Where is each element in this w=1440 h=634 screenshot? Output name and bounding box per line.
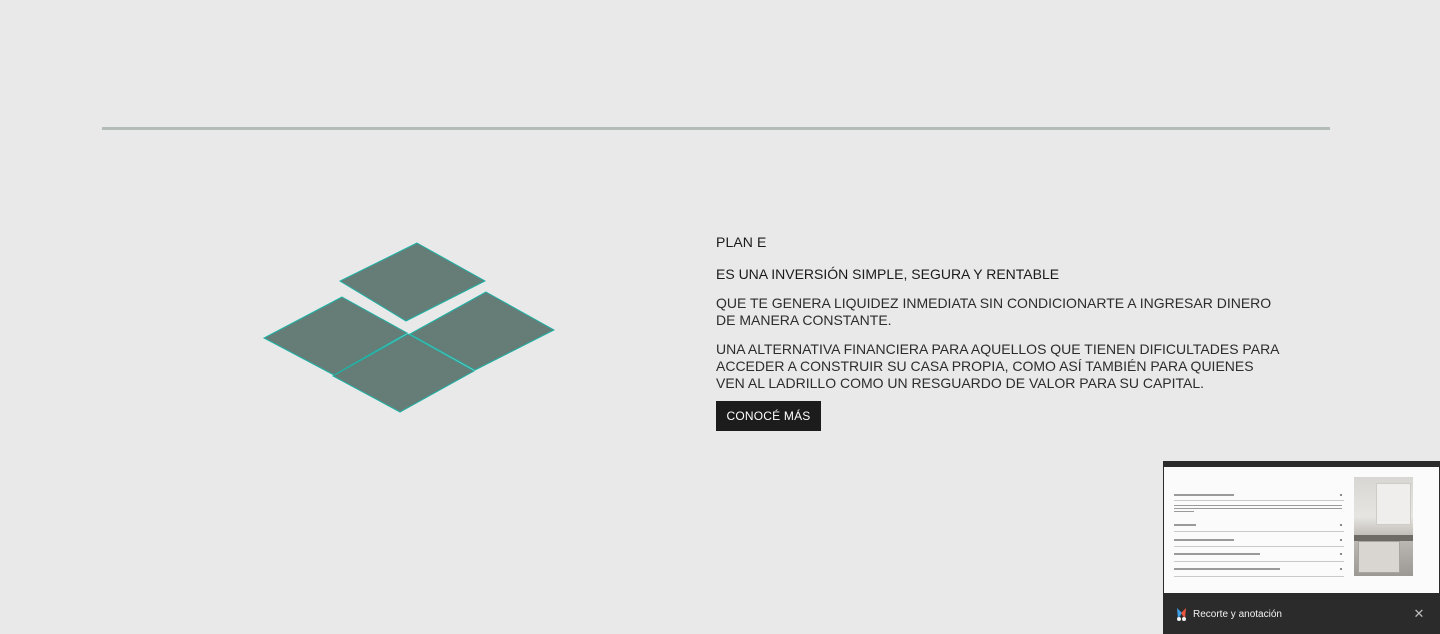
photo-cabinet xyxy=(1376,483,1411,525)
preview-divider xyxy=(1174,531,1344,532)
preview-divider xyxy=(1174,500,1344,501)
preview-chevron xyxy=(1340,524,1342,526)
photo-base-cabinet xyxy=(1358,541,1400,573)
preview-divider xyxy=(1174,576,1344,577)
preview-chevron xyxy=(1340,553,1342,555)
preview-text-line xyxy=(1174,508,1342,509)
page: PLAN E ES UNA INVERSIÓN SIMPLE, SEGURA Y… xyxy=(0,0,1440,634)
snip-preview-thumbnail[interactable] xyxy=(1164,467,1439,593)
preview-text-line xyxy=(1174,568,1280,570)
section-divider xyxy=(102,127,1330,130)
plan-title: PLAN E xyxy=(716,234,767,250)
preview-kitchen-photo xyxy=(1354,477,1413,576)
close-icon[interactable]: ✕ xyxy=(1411,605,1427,623)
preview-divider xyxy=(1174,561,1344,562)
preview-text-line xyxy=(1174,511,1194,512)
plan-paragraph-2: UNA ALTERNATIVA FINANCIERA PARA AQUELLOS… xyxy=(716,341,1279,391)
preview-text-line xyxy=(1174,505,1342,506)
preview-text-line xyxy=(1174,494,1234,496)
preview-text-line xyxy=(1174,539,1234,541)
preview-chevron xyxy=(1340,494,1342,496)
plan-subtitle: ES UNA INVERSIÓN SIMPLE, SEGURA Y RENTAB… xyxy=(716,266,1060,282)
snip-app-label: Recorte y anotación xyxy=(1193,609,1282,620)
preview-text-line xyxy=(1174,553,1260,555)
preview-chevron xyxy=(1340,539,1342,541)
isometric-tiles-icon xyxy=(262,242,556,413)
plan-paragraph-1: QUE TE GENERA LIQUIDEZ INMEDIATA SIN CON… xyxy=(716,295,1272,328)
snip-toast-bar: Recorte y anotación ✕ xyxy=(1163,596,1440,634)
conoce-mas-button[interactable]: CONOCÉ MÁS xyxy=(716,401,821,431)
preview-chevron xyxy=(1340,568,1342,570)
plan-e-text: PLAN E ES UNA INVERSIÓN SIMPLE, SEGURA Y… xyxy=(716,233,1286,404)
preview-text-line xyxy=(1174,524,1196,526)
preview-divider xyxy=(1174,546,1344,547)
snipping-tool-notification[interactable]: Recorte y anotación ✕ xyxy=(1163,461,1440,634)
snipping-tool-icon xyxy=(1177,608,1186,621)
